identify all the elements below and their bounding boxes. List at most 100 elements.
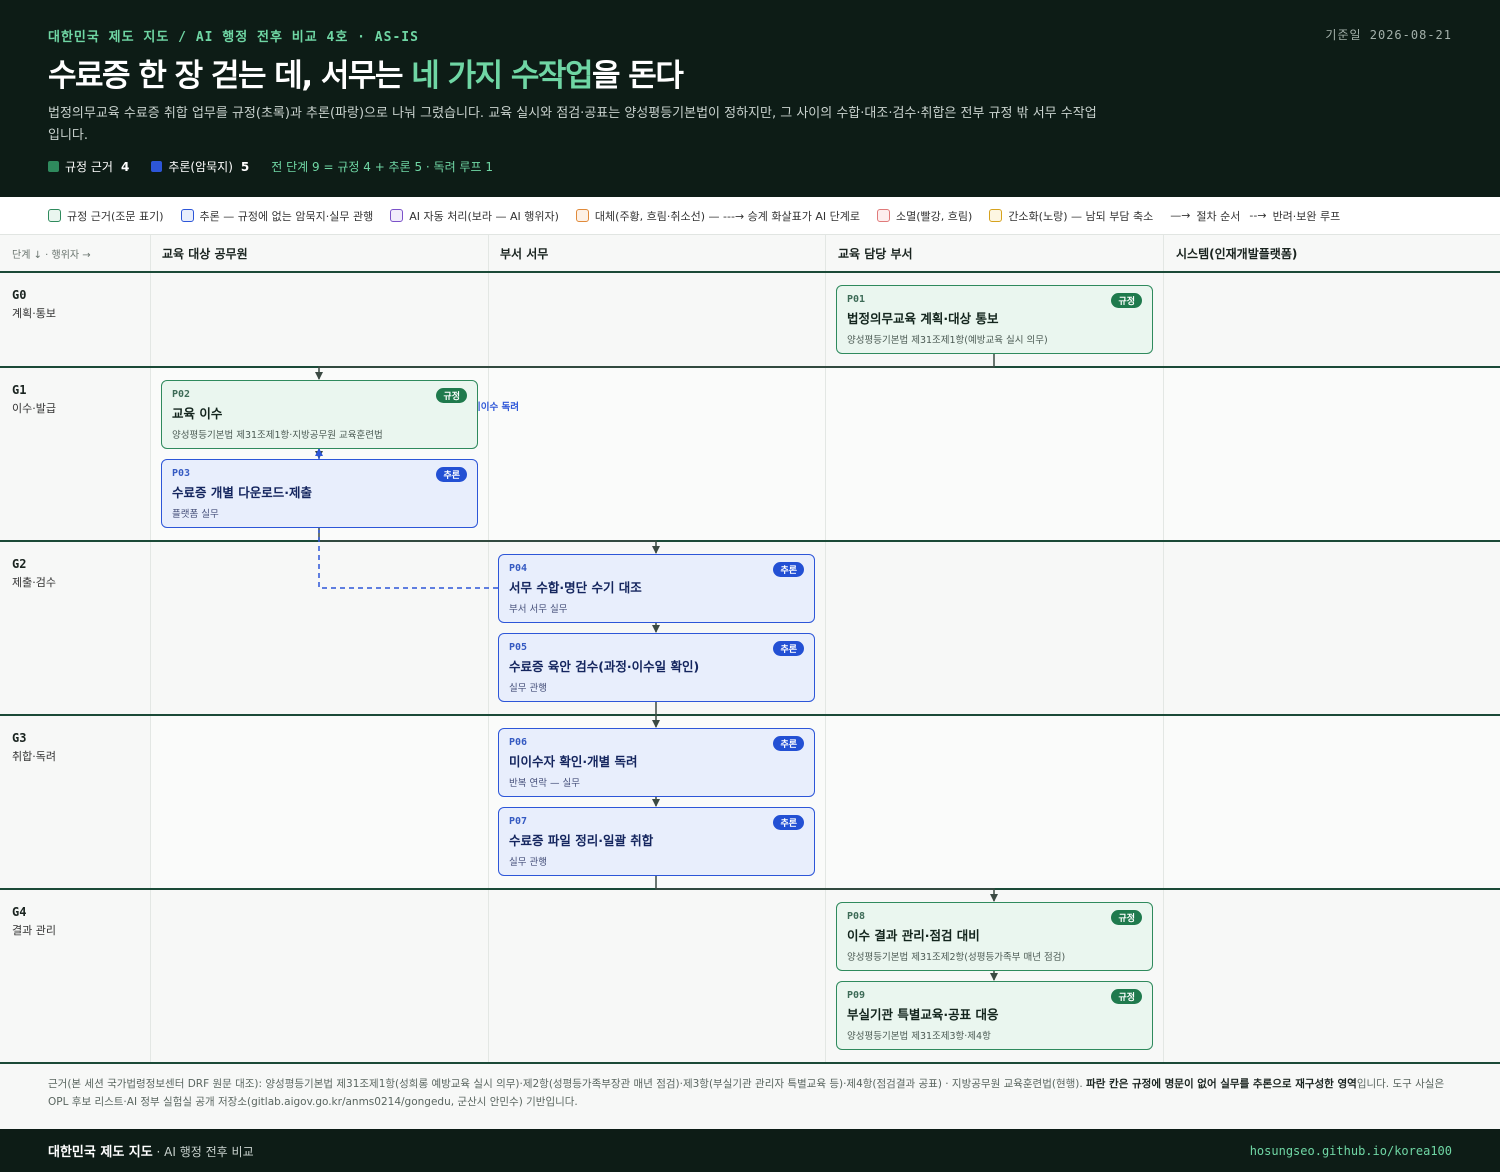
count-inference: 추론(암묵지) 5 [151,158,249,175]
stage-name: 계획·통보 [12,307,56,320]
step-source: 양성평등기본법 제31조제2항(성평등가족부 매년 점검) [847,952,1066,963]
legend-label: 대체(주황, 흐림·취소선) — ---→ 승계 화살표가 AI 단계로 [594,209,861,223]
page-title: 수료증 한 장 걷는 데, 서무는 네 가지 수작업을 돈다 [48,50,684,95]
title-pre: 수료증 한 장 걷는 데, 서무는 [48,58,412,94]
column-divider [488,235,489,1063]
column-header-trainee: 교육 대상 공무원 [162,235,488,272]
step-card-p01[interactable]: P01 법정의무교육 계획·대상 통보 양성평등기본법 제31조제1항(예방교육… [836,285,1153,354]
column-divider [150,235,151,1063]
count-inf-value: 5 [240,159,250,174]
row-divider [0,888,1500,890]
legend-simplified: 간소화(노랑) — 남되 부담 축소 [989,208,1153,224]
page-footer: 대한민국 제도 지도 · AI 행정 전후 비교 hosungseo.githu… [0,1129,1500,1172]
legend-dashed-arrow: --→ 반려·보완 루프 [1249,208,1340,224]
count-inf-label: 추론(암묵지) [168,160,233,174]
inference-badge: 추론 [773,736,804,751]
regulation-box-icon [48,209,61,222]
inference-box-icon [180,209,194,222]
step-id: P05 [509,642,528,653]
legend-label: 소멸(빨강, 흐림) [896,209,973,223]
step-source: 플랫폼 실무 [172,509,219,520]
legend-label: 반려·보완 루프 [1272,209,1341,223]
step-card-p08[interactable]: P08 이수 결과 관리·점검 대비 양성평등기본법 제31조제2항(성평등가족… [836,902,1153,971]
step-title: 교육 이수 [172,406,223,421]
step-id: P07 [509,816,528,827]
step-id: P09 [847,990,866,1001]
stage-g1: G1 이수·발급 [12,383,56,416]
step-card-p09[interactable]: P09 부실기관 특별교육·공표 대응 양성평등기본법 제31조제3항·제4항 … [836,981,1153,1050]
row-divider [0,271,1500,273]
column-divider [1163,235,1164,1063]
stage-name: 이수·발급 [12,402,56,415]
regulation-badge: 규정 [1111,989,1142,1004]
legend-removed: 소멸(빨강, 흐림) [877,208,972,224]
legend-label: 추론 — 규정에 없는 암묵지·실무 관행 [199,209,374,223]
row-divider [0,540,1500,542]
step-card-p04[interactable]: P04 서무 수합·명단 수기 대조 부서 서무 실무 추론 [498,554,815,623]
footer-url-link[interactable]: hosungseo.github.io/korea100 [1250,1144,1452,1158]
step-source: 양성평등기본법 제31조제1항(예방교육 실시 의무) [847,335,1048,346]
stage-g2: G2 제출·검수 [12,557,56,590]
step-title: 이수 결과 관리·점검 대비 [847,928,980,943]
step-card-p02[interactable]: P02 교육 이수 양성평등기본법 제31조제1항·지방공무원 교육훈련법 규정 [161,380,478,449]
count-summary: 규정 근거 4 추론(암묵지) 5 전 단계 9 = 규정 4 + 추론 5 · 독… [48,158,493,175]
legend-label: 규정 근거(조문 표기) [67,209,164,223]
legend-ai: AI 자동 처리(보라 — AI 행위자) [390,208,559,224]
step-title: 법정의무교육 계획·대상 통보 [847,311,999,326]
step-source: 양성평등기본법 제31조제3항·제4항 [847,1031,991,1042]
inference-swatch-icon [151,161,163,172]
inference-badge: 추론 [773,815,804,830]
step-card-p03[interactable]: P03 수료증 개별 다운로드·제출 플랫폼 실무 추론 [161,459,478,528]
legend-label: 절차 순서 [1196,209,1241,223]
regulation-badge: 규정 [1111,910,1142,925]
count-reg-label: 규정 근거 [65,160,113,174]
regulation-badge: 규정 [1111,293,1142,308]
step-card-p05[interactable]: P05 수료증 육안 검수(과정·이수일 확인) 실무 관행 추론 [498,633,815,702]
step-source: 실무 관행 [509,857,547,868]
step-source: 양성평등기본법 제31조제1항·지방공무원 교육훈련법 [172,430,383,441]
count-reg-value: 4 [120,159,130,174]
column-divider [825,235,826,1063]
step-id: P01 [847,294,866,305]
column-header-admin: 부서 서무 [500,235,826,272]
dashed-arrow-icon: --→ [1249,209,1267,222]
stage-id: G1 [12,383,27,397]
step-card-p06[interactable]: P06 미이수자 확인·개별 독려 반복 연락 — 실무 추론 [498,728,815,797]
stage-name: 취합·독려 [12,750,56,763]
stage-id: G0 [12,288,27,302]
column-header-system: 시스템(인재개발플랫폼) [1176,235,1486,272]
legend-solid-arrow: —→ 절차 순서 [1170,208,1240,224]
stage-id: G2 [12,557,27,571]
step-source: 부서 서무 실무 [509,604,568,615]
removed-box-icon [877,209,891,222]
regulation-badge: 규정 [436,388,467,403]
legend-label: 간소화(노랑) — 남되 부담 축소 [1008,209,1154,223]
stage-g4: G4 결과 관리 [12,905,56,938]
ai-box-icon [390,209,404,222]
stage-g3: G3 취합·독려 [12,731,56,764]
count-total: 전 단계 9 = 규정 4 + 추론 5 · 독려 루프 1 [271,160,493,174]
step-id: P04 [509,563,528,574]
simplified-box-icon [989,209,1003,222]
column-header-training-dept: 교육 담당 부서 [838,235,1164,272]
inference-badge: 추론 [773,641,804,656]
step-id: P02 [172,389,191,400]
loop-label: 미이수 독려 [472,402,520,413]
stage-name: 제출·검수 [12,576,56,589]
step-card-p07[interactable]: P07 수료증 파일 정리·일괄 취합 실무 관행 추론 [498,807,815,876]
page-header: 대한민국 제도 지도 / AI 행정 전후 비교 4호 · AS-IS 기준일 … [0,0,1500,197]
step-title: 부실기관 특별교육·공표 대응 [847,1007,999,1022]
footer-brand: 대한민국 제도 지도 · AI 행정 전후 비교 [48,1141,254,1160]
footer-brand-name: 대한민국 제도 지도 [48,1145,153,1160]
corner-label: 단계 ↓ · 행위자 → [12,235,150,272]
stage-id: G4 [12,905,27,919]
legend: 규정 근거(조문 표기) 추론 — 규정에 없는 암묵지·실무 관행 AI 자동… [0,197,1500,235]
step-title: 서무 수합·명단 수기 대조 [509,580,642,595]
row-divider [0,1062,1500,1064]
regulation-swatch-icon [48,161,59,172]
title-post: 을 돈다 [591,58,684,94]
title-highlight: 네 가지 수작업 [411,58,593,94]
count-regulation: 규정 근거 4 [48,158,129,175]
stage-g0: G0 계획·통보 [12,288,56,321]
base-date: 기준일 2026-08-21 [1325,28,1452,42]
